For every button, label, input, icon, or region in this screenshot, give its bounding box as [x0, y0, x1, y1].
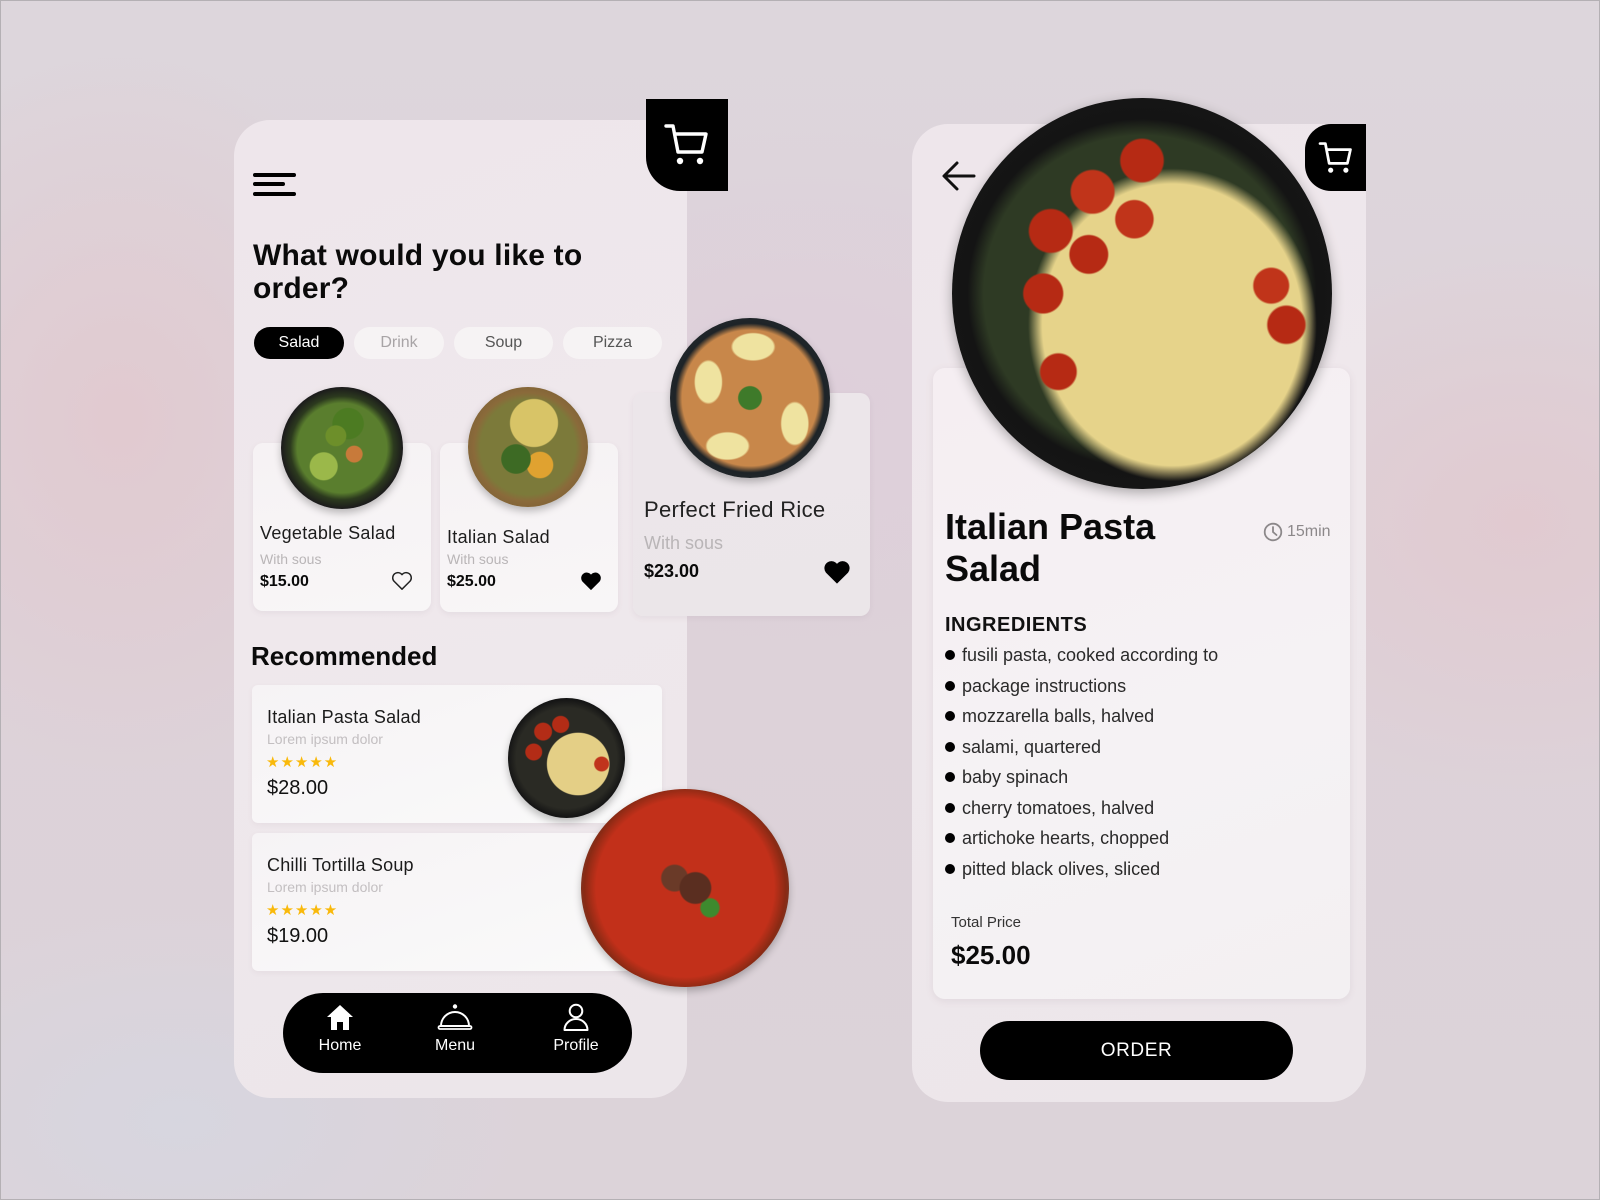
cart-icon — [664, 124, 708, 165]
back-button[interactable] — [941, 159, 977, 193]
bottom-navigation: Home Menu Profile — [283, 993, 632, 1073]
ingredient-item: pitted black olives, sliced — [945, 854, 1218, 885]
nav-item-home[interactable]: Home — [300, 1003, 380, 1065]
recommended-item-subtitle: Lorem ipsum dolor — [267, 879, 383, 895]
italian-pasta-salad-image — [508, 698, 625, 818]
italian-pasta-salad-hero-image — [952, 98, 1332, 489]
cloche-icon — [437, 1004, 473, 1030]
total-price-label: Total Price — [951, 914, 1022, 931]
section-title-recommended: Recommended — [251, 641, 438, 671]
ingredients-list: fusili pasta, cooked according to packag… — [945, 640, 1218, 884]
recommended-item-price: $28.00 — [267, 777, 329, 799]
clock-icon — [1263, 522, 1283, 542]
heart-filled-icon[interactable] — [823, 559, 851, 585]
order-button[interactable]: ORDER — [980, 1021, 1293, 1080]
hamburger-menu-icon[interactable] — [253, 171, 297, 199]
food-card-price: $15.00 — [260, 573, 309, 590]
nav-label: Profile — [553, 1037, 599, 1054]
food-card-subtitle: With sous — [260, 551, 322, 567]
food-card-price: $23.00 — [644, 561, 700, 581]
food-card-name: Vegetable Salad — [260, 523, 396, 543]
food-card-name: Italian Salad — [447, 527, 550, 547]
prep-time: 15min — [1263, 522, 1331, 542]
nav-label: Menu — [434, 1037, 476, 1054]
category-chip-pizza[interactable]: Pizza — [563, 327, 662, 359]
nav-item-menu[interactable]: Menu — [415, 1003, 495, 1065]
vegetable-salad-image — [281, 387, 403, 509]
cart-button[interactable] — [646, 99, 728, 191]
page-title: What would you like to order? — [253, 239, 583, 305]
food-card-name: Perfect Fried Rice — [644, 497, 826, 522]
star-rating: ★★★★★ — [266, 754, 339, 771]
food-card-subtitle: With sous — [644, 533, 724, 553]
ingredient-item: fusili pasta, cooked according to — [945, 640, 1218, 671]
ingredient-item: artichoke hearts, chopped — [945, 823, 1218, 854]
recommended-item-subtitle: Lorem ipsum dolor — [267, 731, 383, 747]
ingredient-item: salami, quartered — [945, 732, 1218, 763]
total-price-value: $25.00 — [951, 940, 1031, 970]
user-icon — [563, 1003, 589, 1031]
recommended-item-name: Chilli Tortilla Soup — [267, 855, 414, 875]
recommended-item-name: Italian Pasta Salad — [267, 707, 421, 727]
heart-outline-icon[interactable] — [391, 571, 413, 591]
prep-time-value: 15min — [1287, 523, 1331, 540]
arrow-left-icon — [942, 161, 976, 191]
category-chip-drink[interactable]: Drink — [354, 327, 444, 359]
food-card-price: $25.00 — [447, 573, 496, 590]
heart-filled-icon[interactable] — [580, 571, 602, 591]
category-chip-salad[interactable]: Salad — [254, 327, 344, 359]
food-card-subtitle: With sous — [447, 551, 509, 567]
ingredient-item: baby spinach — [945, 762, 1218, 793]
category-chip-soup[interactable]: Soup — [454, 327, 553, 359]
fried-rice-image — [670, 318, 830, 478]
ingredient-item: mozzarella balls, halved — [945, 701, 1218, 732]
ingredient-item: cherry tomatoes, halved — [945, 793, 1218, 824]
nav-item-profile[interactable]: Profile — [536, 1003, 616, 1065]
cart-button[interactable] — [1305, 124, 1366, 191]
italian-salad-image — [468, 387, 588, 507]
ingredients-heading: INGREDIENTS — [945, 614, 1088, 636]
home-icon — [327, 1005, 353, 1030]
dish-title: Italian Pasta Salad — [945, 506, 1156, 589]
chilli-tortilla-soup-image — [581, 789, 789, 987]
nav-label: Home — [318, 1037, 362, 1054]
cart-icon — [1318, 141, 1352, 173]
star-rating: ★★★★★ — [266, 902, 339, 919]
recommended-item-price: $19.00 — [267, 925, 329, 947]
ingredient-item: package instructions — [945, 671, 1218, 702]
